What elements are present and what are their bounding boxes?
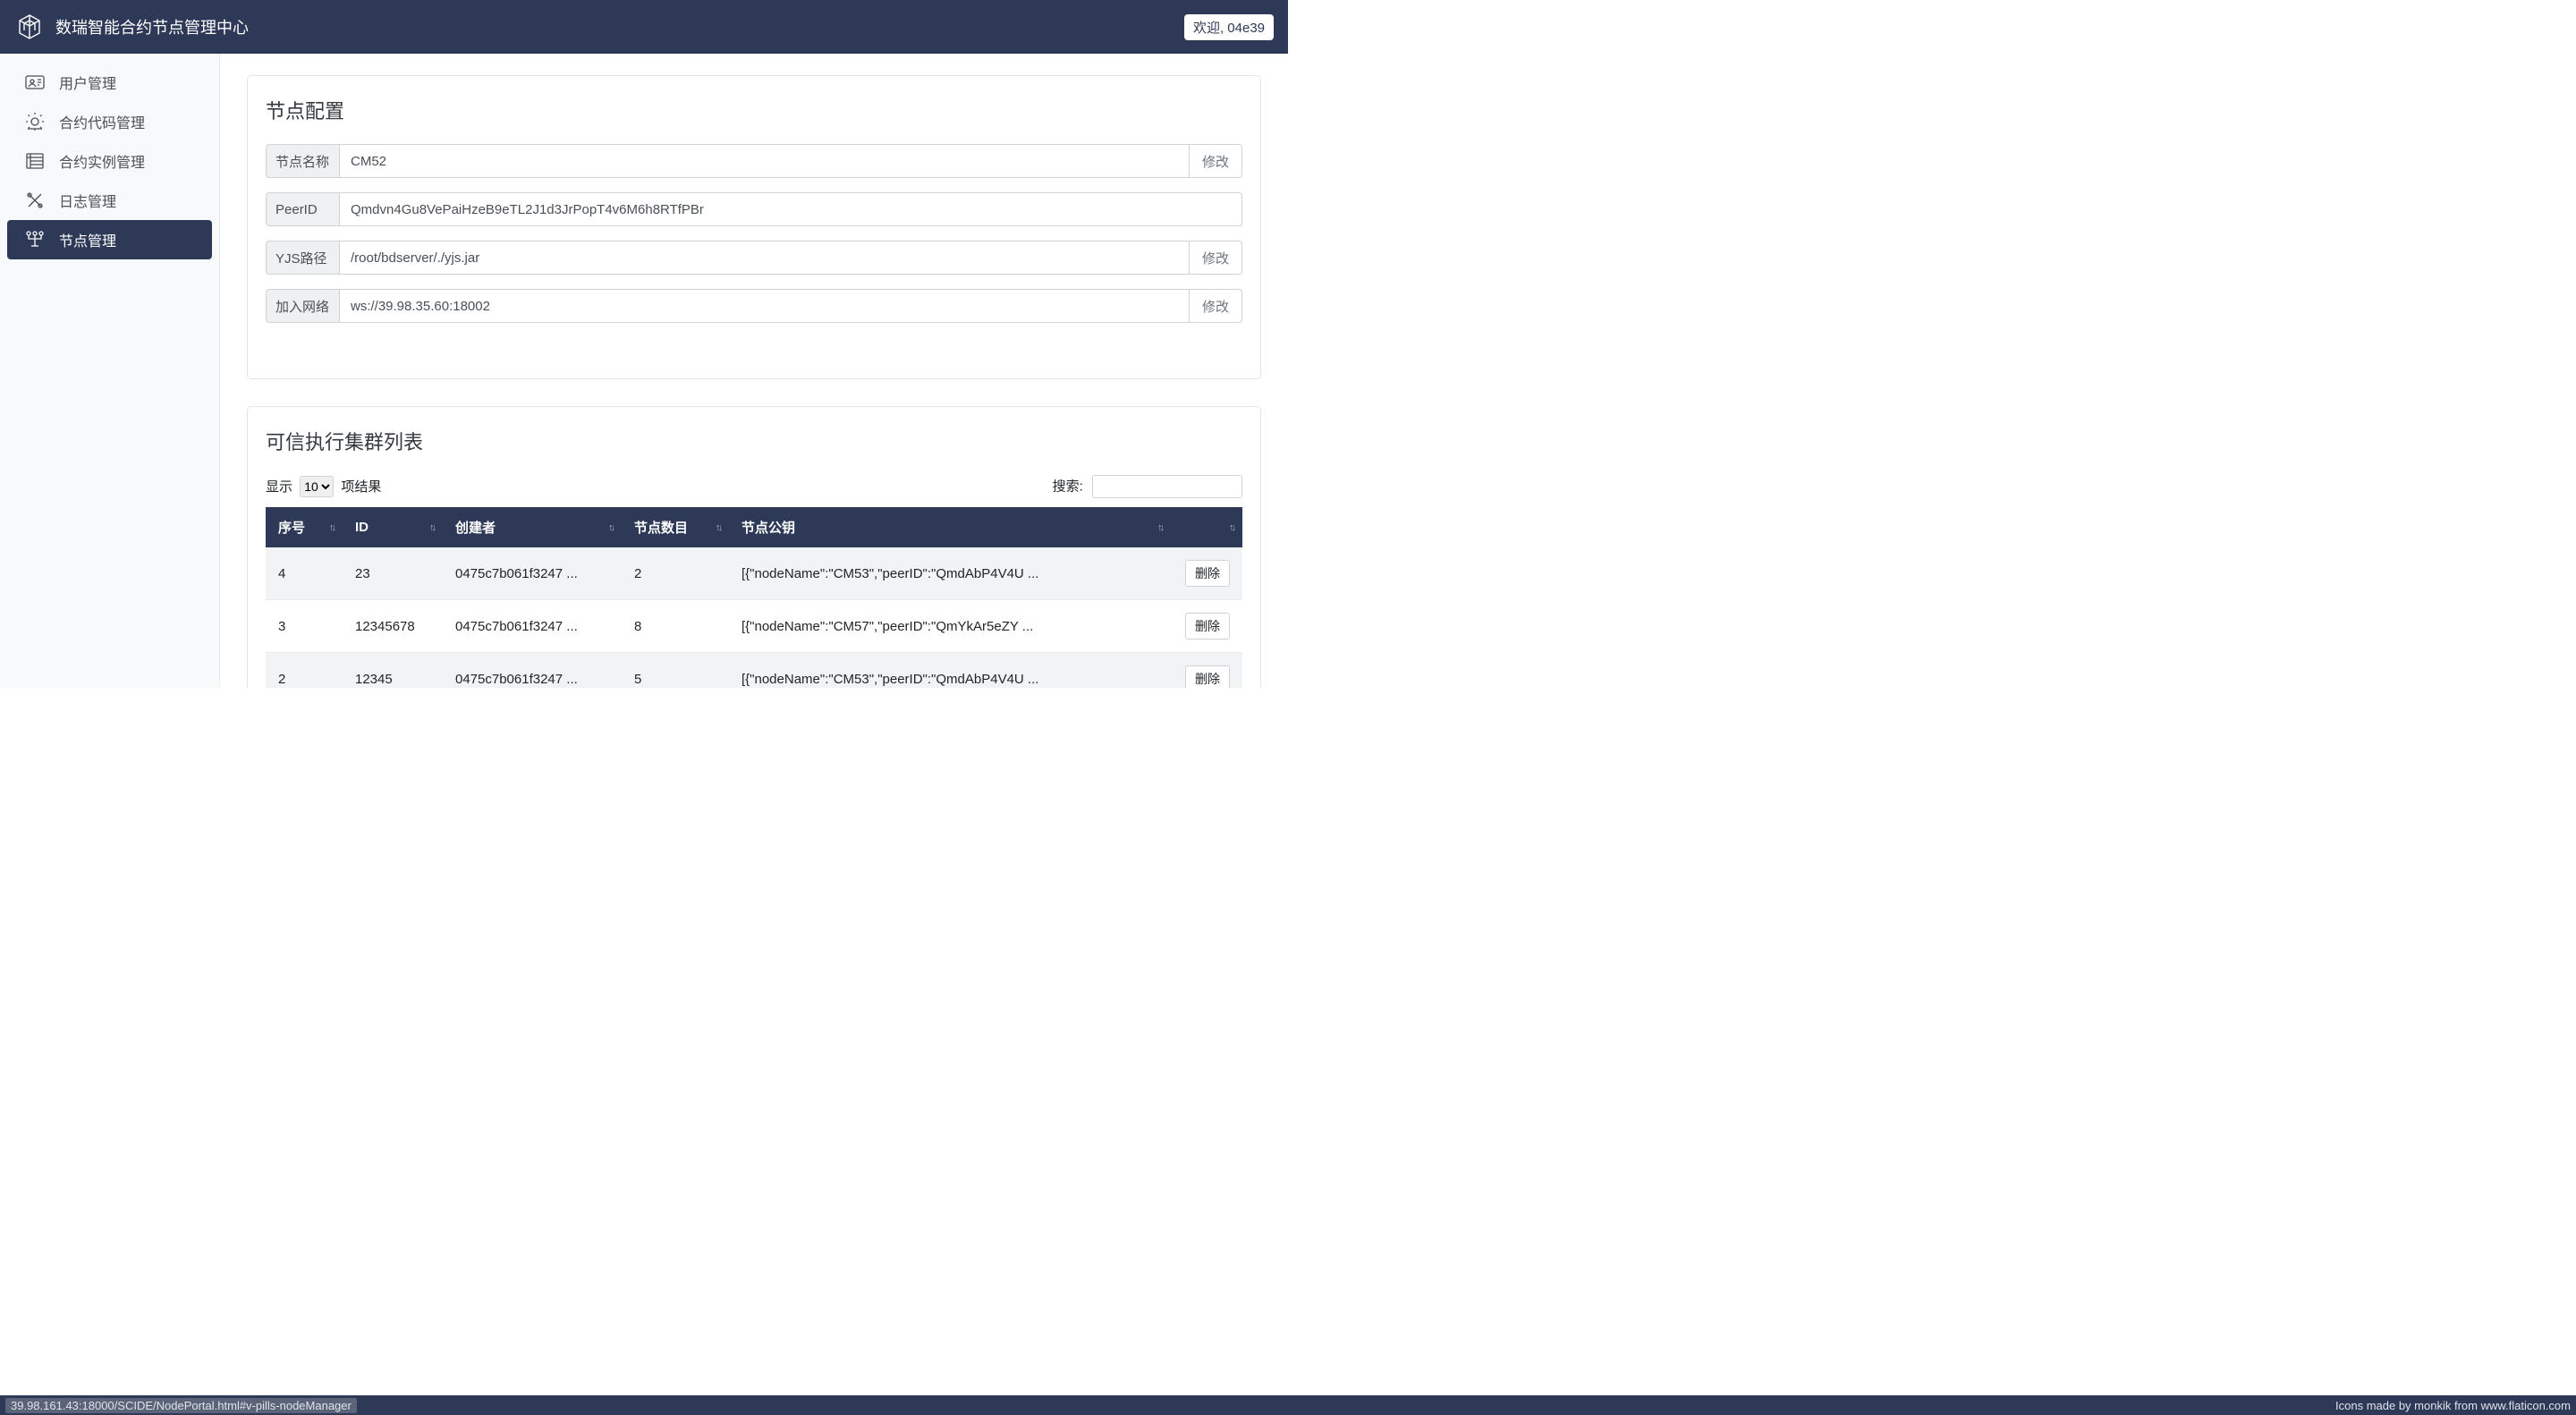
cluster-table: 序号↑↓ ID↑↓ 创建者↑↓ 节点数目↑↓ 节点公钥↑↓ ↑↓ 4230475… bbox=[266, 507, 1242, 688]
input-yjs[interactable] bbox=[339, 241, 1189, 275]
label-peerid: PeerID bbox=[266, 192, 339, 226]
main-content: 节点配置 节点名称 修改 PeerID YJS路径 修改 加入网络 修改 bbox=[220, 54, 1288, 688]
label-network: 加入网络 bbox=[266, 289, 339, 323]
sidebar-item-user[interactable]: 用户管理 bbox=[7, 63, 212, 102]
cell-actions: 删除 bbox=[1171, 653, 1242, 689]
th-id[interactable]: ID↑↓ bbox=[343, 507, 443, 547]
show-suffix: 项结果 bbox=[341, 479, 381, 495]
input-network[interactable] bbox=[339, 289, 1189, 323]
cell-creator: 0475c7b061f3247 ... bbox=[443, 653, 622, 689]
cell-id: 23 bbox=[343, 547, 443, 600]
config-row-peerid: PeerID bbox=[266, 192, 1242, 226]
sidebar-item-label: 合约实例管理 bbox=[59, 150, 145, 172]
cell-count: 5 bbox=[622, 653, 729, 689]
sidebar-item-label: 用户管理 bbox=[59, 72, 116, 93]
table-row: 2123450475c7b061f3247 ...5[{"nodeName":"… bbox=[266, 653, 1242, 689]
delete-button[interactable]: 删除 bbox=[1185, 560, 1230, 587]
th-pubkey[interactable]: 节点公钥↑↓ bbox=[729, 507, 1171, 547]
sidebar-item-node[interactable]: 节点管理 bbox=[7, 220, 212, 259]
table-row: 4230475c7b061f3247 ...2[{"nodeName":"CM5… bbox=[266, 547, 1242, 600]
sort-icon: ↑↓ bbox=[716, 522, 720, 533]
cell-pubkey: [{"nodeName":"CM53","peerID":"QmdAbP4V4U… bbox=[729, 547, 1171, 600]
label-nodename: 节点名称 bbox=[266, 144, 339, 178]
user-manage-icon bbox=[23, 71, 47, 94]
footer: 39.98.161.43:18000/SCIDE/NodePortal.html… bbox=[0, 1395, 2576, 1415]
cell-count: 2 bbox=[622, 547, 729, 600]
cell-seq: 2 bbox=[266, 653, 343, 689]
sort-icon: ↑↓ bbox=[1157, 522, 1162, 533]
cell-id: 12345 bbox=[343, 653, 443, 689]
cell-pubkey: [{"nodeName":"CM53","peerID":"QmdAbP4V4U… bbox=[729, 653, 1171, 689]
cell-seq: 3 bbox=[266, 600, 343, 653]
instance-icon bbox=[23, 149, 47, 173]
label-yjs: YJS路径 bbox=[266, 241, 339, 275]
config-row-nodename: 节点名称 修改 bbox=[266, 144, 1242, 178]
btn-yjs-modify[interactable]: 修改 bbox=[1189, 241, 1242, 275]
welcome-badge: 欢迎, 04e39 bbox=[1184, 14, 1274, 40]
sidebar-item-label: 合约代码管理 bbox=[59, 111, 145, 132]
cell-actions: 删除 bbox=[1171, 600, 1242, 653]
sidebar-item-code[interactable]: 合约代码管理 bbox=[7, 102, 212, 141]
cell-pubkey: [{"nodeName":"CM57","peerID":"QmYkAr5eZY… bbox=[729, 600, 1171, 653]
btn-network-modify[interactable]: 修改 bbox=[1189, 289, 1242, 323]
cluster-title: 可信执行集群列表 bbox=[266, 427, 1242, 455]
search-control: 搜索: bbox=[1053, 475, 1242, 498]
cluster-card: 可信执行集群列表 显示 10 项结果 搜索: 序号 bbox=[247, 406, 1261, 688]
top-header: 数瑞智能合约节点管理中心 欢迎, 04e39 bbox=[0, 0, 1288, 54]
footer-credits: Icons made by monkik from www.flaticon.c… bbox=[2335, 1399, 2571, 1412]
btn-nodename-modify[interactable]: 修改 bbox=[1189, 144, 1242, 178]
th-creator[interactable]: 创建者↑↓ bbox=[443, 507, 622, 547]
sort-icon: ↑↓ bbox=[429, 522, 434, 533]
th-count[interactable]: 节点数目↑↓ bbox=[622, 507, 729, 547]
th-actions[interactable]: ↑↓ bbox=[1171, 507, 1242, 547]
config-row-yjs: YJS路径 修改 bbox=[266, 241, 1242, 275]
tools-icon bbox=[23, 189, 47, 212]
node-config-title: 节点配置 bbox=[266, 96, 1242, 124]
sidebar-item-log[interactable]: 日志管理 bbox=[7, 181, 212, 220]
table-row: 3123456780475c7b061f3247 ...8[{"nodeName… bbox=[266, 600, 1242, 653]
sidebar: 用户管理 合约代码管理 合约实例管理 日志管理 节点管理 bbox=[0, 54, 220, 688]
cell-actions: 删除 bbox=[1171, 547, 1242, 600]
sidebar-item-label: 节点管理 bbox=[59, 229, 116, 250]
table-controls: 显示 10 项结果 搜索: bbox=[266, 475, 1242, 498]
cell-id: 12345678 bbox=[343, 600, 443, 653]
cell-seq: 4 bbox=[266, 547, 343, 600]
config-row-network: 加入网络 修改 bbox=[266, 289, 1242, 323]
sidebar-item-instance[interactable]: 合约实例管理 bbox=[7, 141, 212, 181]
node-config-card: 节点配置 节点名称 修改 PeerID YJS路径 修改 加入网络 修改 bbox=[247, 75, 1261, 379]
length-control: 显示 10 项结果 bbox=[266, 476, 381, 497]
sidebar-item-label: 日志管理 bbox=[59, 190, 116, 211]
app-logo-icon bbox=[14, 12, 45, 42]
cell-creator: 0475c7b061f3247 ... bbox=[443, 547, 622, 600]
page-size-select[interactable]: 10 bbox=[300, 476, 334, 497]
th-seq[interactable]: 序号↑↓ bbox=[266, 507, 343, 547]
footer-url: 39.98.161.43:18000/SCIDE/NodePortal.html… bbox=[5, 1398, 357, 1413]
cell-count: 8 bbox=[622, 600, 729, 653]
search-label: 搜索: bbox=[1053, 479, 1083, 495]
show-prefix: 显示 bbox=[266, 479, 292, 495]
node-icon bbox=[23, 228, 47, 251]
app-title: 数瑞智能合约节点管理中心 bbox=[55, 15, 1184, 38]
delete-button[interactable]: 删除 bbox=[1185, 665, 1230, 688]
sort-icon: ↑↓ bbox=[608, 522, 613, 533]
search-input[interactable] bbox=[1092, 475, 1242, 498]
input-peerid[interactable] bbox=[339, 192, 1242, 226]
delete-button[interactable]: 删除 bbox=[1185, 613, 1230, 640]
cell-creator: 0475c7b061f3247 ... bbox=[443, 600, 622, 653]
gear-code-icon bbox=[23, 110, 47, 133]
sort-icon: ↑↓ bbox=[1229, 522, 1233, 533]
input-nodename[interactable] bbox=[339, 144, 1189, 178]
table-header-row: 序号↑↓ ID↑↓ 创建者↑↓ 节点数目↑↓ 节点公钥↑↓ ↑↓ bbox=[266, 507, 1242, 547]
sort-icon: ↑↓ bbox=[329, 522, 334, 533]
